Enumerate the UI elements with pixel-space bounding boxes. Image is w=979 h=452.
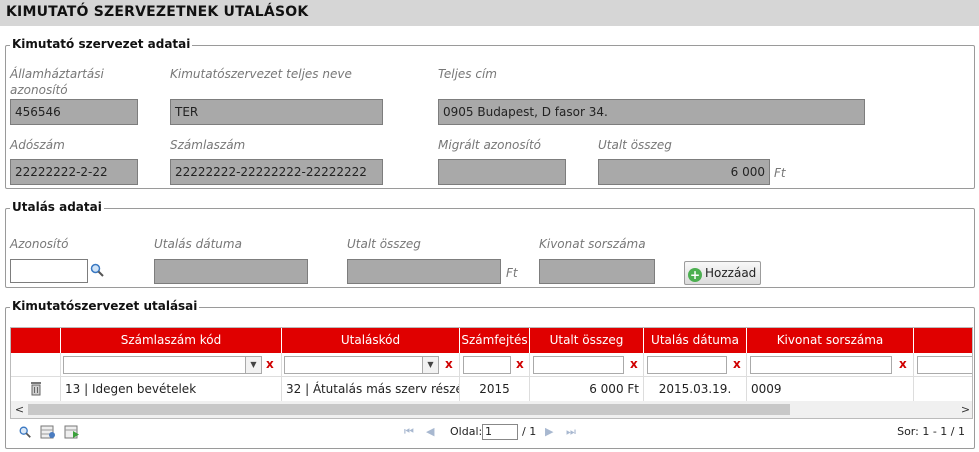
table-row[interactable]: 13 | Idegen bevételek 32 | Átutalás más … [11, 377, 972, 401]
filter-utalt-cell: x [530, 353, 644, 377]
allamhaz-label-line1: Államháztartási [10, 67, 104, 81]
cell-extra [914, 377, 972, 401]
filter-szamlaszam-select[interactable]: ▼ [63, 356, 262, 374]
rows-info: Sor: 1 - 1 / 1 [897, 425, 965, 438]
last-page-icon[interactable]: ⏭ [566, 425, 576, 439]
header-szamlaszam-kod[interactable]: Számlaszám kód [61, 328, 282, 353]
next-page-icon[interactable]: ▶ [545, 425, 553, 438]
allamhaz-label-line2: azonosító [10, 83, 68, 97]
search-icon[interactable] [18, 425, 32, 442]
header-utalt-osszeg[interactable]: Utalt összeg [530, 328, 644, 353]
teljes-neve-label: Kimutatószervezet teljes neve [170, 67, 352, 81]
teljes-neve-field: TER [170, 99, 383, 125]
cell-utalt: 6 000 Ft [530, 377, 644, 401]
filter-datum-cell: x [644, 353, 747, 377]
utalt-osszeg-currency: Ft [774, 166, 786, 180]
plus-icon: + [688, 268, 702, 282]
page-title: KIMUTATÓ SZERVEZETNEK UTALÁSOK [6, 4, 309, 20]
transfer-section-legend: Utalás adatai [10, 200, 104, 214]
filter-szamfejtes-cell: x [460, 353, 530, 377]
export-icon[interactable] [64, 425, 80, 442]
grid-section-legend: Kimutatószervezet utalásai [10, 299, 200, 313]
kivonat-field [539, 259, 655, 284]
migralt-label: Migrált azonosító [438, 138, 542, 152]
header-szamfejtes[interactable]: Számfejtés [460, 328, 530, 353]
transfers-grid: Számlaszám kód Utaláskód Számfejtés Utal… [10, 327, 973, 419]
scroll-right-icon[interactable]: > [957, 401, 972, 418]
szamlaszam-label: Számlaszám [170, 138, 246, 152]
azonosito-label: Azonosító [10, 237, 69, 251]
prev-page-icon[interactable]: ◀ [426, 425, 434, 438]
search-icon[interactable] [89, 262, 105, 281]
column-settings-icon[interactable] [40, 425, 56, 442]
grid-pager: ⏮ ◀ Oldal: 1 / 1 ▶ ⏭ Sor: 1 - 1 / 1 [10, 420, 973, 444]
utalt-osszeg-field-2 [347, 259, 501, 284]
filter-extra-input[interactable] [917, 356, 972, 374]
cell-kivonat: 0009 [747, 377, 914, 401]
adoszam-field: 22222222-2-22 [10, 159, 138, 185]
chevron-down-icon: ▼ [422, 357, 438, 373]
add-button-label: Hozzáad [705, 266, 757, 280]
utalas-datuma-label: Utalás dátuma [154, 237, 242, 251]
filter-icon-cell [11, 353, 61, 377]
header-kivonat-sorszama[interactable]: Kivonat sorszáma [747, 328, 914, 353]
trash-icon[interactable] [30, 382, 42, 396]
page-header: KIMUTATÓ SZERVEZETNEK UTALÁSOK [0, 0, 979, 26]
cell-szamfejtes: 2015 [460, 377, 530, 401]
grid-header: Számlaszám kód Utaláskód Számfejtés Utal… [11, 328, 972, 353]
cell-szamlaszam: 13 | Idegen bevételek [61, 377, 282, 401]
filter-szamfejtes-input[interactable] [463, 356, 511, 374]
clear-filter-datum[interactable]: x [733, 357, 741, 371]
row-icon-cell [11, 377, 61, 401]
header-utalas-datuma[interactable]: Utalás dátuma [644, 328, 747, 353]
scroll-left-icon[interactable]: < [11, 401, 28, 418]
szamlaszam-field: 22222222-22222222-22222222 [170, 159, 383, 185]
adoszam-label: Adószám [10, 138, 65, 152]
teljes-cim-label: Teljes cím [438, 67, 497, 81]
filter-szamlaszam-cell: ▼ x [61, 353, 282, 377]
kivonat-label: Kivonat sorszáma [539, 237, 646, 251]
allamhaz-field: 456546 [10, 99, 138, 125]
org-section-legend: Kimutató szervezet adatai [10, 37, 193, 51]
filter-utaloskod-select[interactable]: ▼ [284, 356, 439, 374]
clear-filter-utalt[interactable]: x [630, 357, 638, 371]
filter-kivonat-input[interactable] [750, 356, 892, 374]
clear-filter-szamfejtes[interactable]: x [516, 357, 524, 371]
filter-utaloskod-cell: ▼ x [282, 353, 460, 377]
page-label: Oldal: [450, 425, 483, 438]
header-utaloskod[interactable]: Utaláskód [282, 328, 460, 353]
clear-filter-szamlaszam[interactable]: x [266, 357, 274, 371]
header-extra-column [914, 328, 972, 353]
azonosito-input[interactable] [10, 259, 88, 283]
add-button[interactable]: + Hozzáad [684, 261, 762, 285]
transfer-currency: Ft [506, 266, 518, 280]
first-page-icon[interactable]: ⏮ [404, 425, 414, 439]
chevron-down-icon: ▼ [245, 357, 261, 373]
page-number-input[interactable]: 1 [482, 424, 518, 440]
teljes-cim-field: 0905 Budapest, D fasor 34. [438, 99, 865, 125]
utalt-osszeg-label: Utalt összeg [598, 138, 672, 152]
horizontal-scrollbar[interactable]: < > [11, 401, 972, 418]
cell-datum: 2015.03.19. [644, 377, 747, 401]
header-icon-column [11, 328, 61, 353]
page-total: / 1 [522, 425, 537, 438]
utalt-osszeg-field: 6 000 [598, 159, 770, 185]
utalas-datuma-field [154, 259, 308, 284]
clear-filter-kivonat[interactable]: x [899, 357, 907, 371]
scrollbar-thumb[interactable] [28, 404, 790, 415]
utalt-osszeg-label-2: Utalt összeg [347, 237, 421, 251]
cell-utaloskod: 32 | Átutalás más szerv részér [282, 377, 460, 401]
filter-datum-input[interactable] [647, 356, 727, 374]
clear-filter-utaloskod[interactable]: x [445, 357, 453, 371]
filter-utalt-input[interactable] [533, 356, 624, 374]
filter-kivonat-cell: x [747, 353, 914, 377]
filter-extra-cell [914, 353, 972, 377]
grid-filter-row: ▼ x ▼ x x x x x [11, 353, 972, 377]
migralt-field [438, 159, 566, 185]
